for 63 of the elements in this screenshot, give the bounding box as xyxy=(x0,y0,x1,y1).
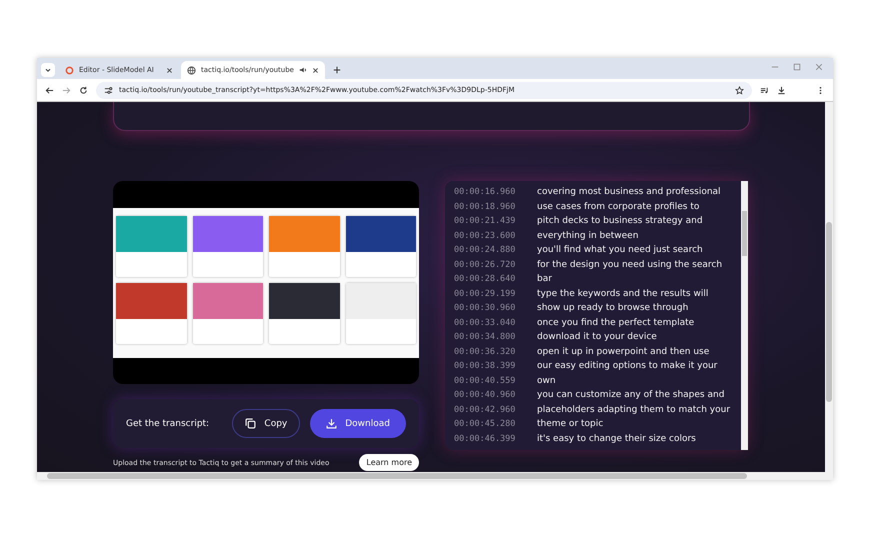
close-icon xyxy=(815,62,823,70)
plus-icon xyxy=(333,66,341,74)
scrollbar[interactable] xyxy=(741,181,748,450)
scrollbar[interactable] xyxy=(37,472,833,480)
timestamp: 00:00:16.960 xyxy=(454,187,516,198)
timestamp: 00:00:28.640 xyxy=(454,274,516,284)
transcript-line: covering most business and professional xyxy=(537,187,721,198)
transcript-line: bar xyxy=(537,274,552,284)
transcript-line: own xyxy=(537,376,556,386)
transcript-line: you'll find what you need just search xyxy=(537,245,703,256)
transcript-line: our easy editing options to make it your xyxy=(537,361,718,372)
ring-logo-icon xyxy=(65,66,74,74)
copy-icon xyxy=(245,418,256,429)
speaker-icon xyxy=(299,66,307,74)
timestamp: 00:00:46.399 xyxy=(454,434,516,444)
timestamp: 00:00:18.960 xyxy=(454,202,516,212)
transcript-label: Get the transcript: xyxy=(126,418,210,428)
maximize-icon xyxy=(793,62,801,70)
timestamp: 00:00:45.280 xyxy=(454,419,516,430)
transcript-line: type the keywords and the results will xyxy=(537,288,708,299)
timestamp: 00:00:36.320 xyxy=(454,346,516,357)
transcript-line: show up ready to browse through xyxy=(537,303,688,314)
transcript-line: everything in between xyxy=(537,230,638,241)
transcript-line: download it to your device xyxy=(537,332,657,342)
download-icon xyxy=(326,418,338,429)
globe-icon xyxy=(187,66,196,74)
timestamp: 00:00:23.600 xyxy=(454,230,516,241)
scrollbar[interactable] xyxy=(825,102,833,472)
download-icon xyxy=(777,86,786,94)
copy-button[interactable]: Copy xyxy=(232,409,300,438)
timestamp: 00:00:24.880 xyxy=(454,245,516,256)
reload-icon xyxy=(79,86,88,94)
timestamp: 00:00:34.800 xyxy=(454,332,516,342)
close-icon xyxy=(312,66,319,74)
tab-search-button[interactable] xyxy=(41,63,55,77)
video-player[interactable] xyxy=(113,181,419,384)
transcript-line: you can customize any of the shapes and xyxy=(537,390,724,400)
transcript-line: use cases from corporate profiles to xyxy=(537,202,700,212)
timestamp: 00:00:21.439 xyxy=(454,216,516,226)
timestamp: 00:00:30.960 xyxy=(454,303,516,314)
transcript-line: it's easy to change their size colors xyxy=(537,434,696,444)
timestamp: 00:00:33.040 xyxy=(454,318,516,328)
transcript-line: theme or topic xyxy=(537,419,604,430)
timestamp: 00:00:40.960 xyxy=(454,390,516,400)
close-icon xyxy=(166,66,173,74)
transcript-line: open it up in powerpoint and then use xyxy=(537,346,710,357)
learn-more-button[interactable]: Learn more xyxy=(359,454,419,471)
site-settings-icon xyxy=(104,86,113,94)
chevron-down-icon xyxy=(44,66,52,74)
back-arrow-icon xyxy=(45,86,54,94)
transcript-line: for the design you need using the search xyxy=(537,260,722,270)
star-icon xyxy=(735,86,744,94)
transcript-line: placeholders adapting them to match your xyxy=(537,404,730,415)
timestamp: 00:00:42.960 xyxy=(454,404,516,415)
transcript-line: once you find the perfect template xyxy=(537,318,694,328)
timestamp: 00:00:38.399 xyxy=(454,361,516,372)
timestamp: 00:00:26.720 xyxy=(454,260,516,270)
playlist-icon xyxy=(760,86,769,94)
timestamp: 00:00:40.559 xyxy=(454,376,516,386)
forward-arrow-icon xyxy=(62,86,71,94)
download-button[interactable]: Download xyxy=(310,409,406,438)
transcript-line: pitch decks to business strategy and xyxy=(537,216,703,226)
timestamp: 00:00:29.199 xyxy=(454,288,516,299)
